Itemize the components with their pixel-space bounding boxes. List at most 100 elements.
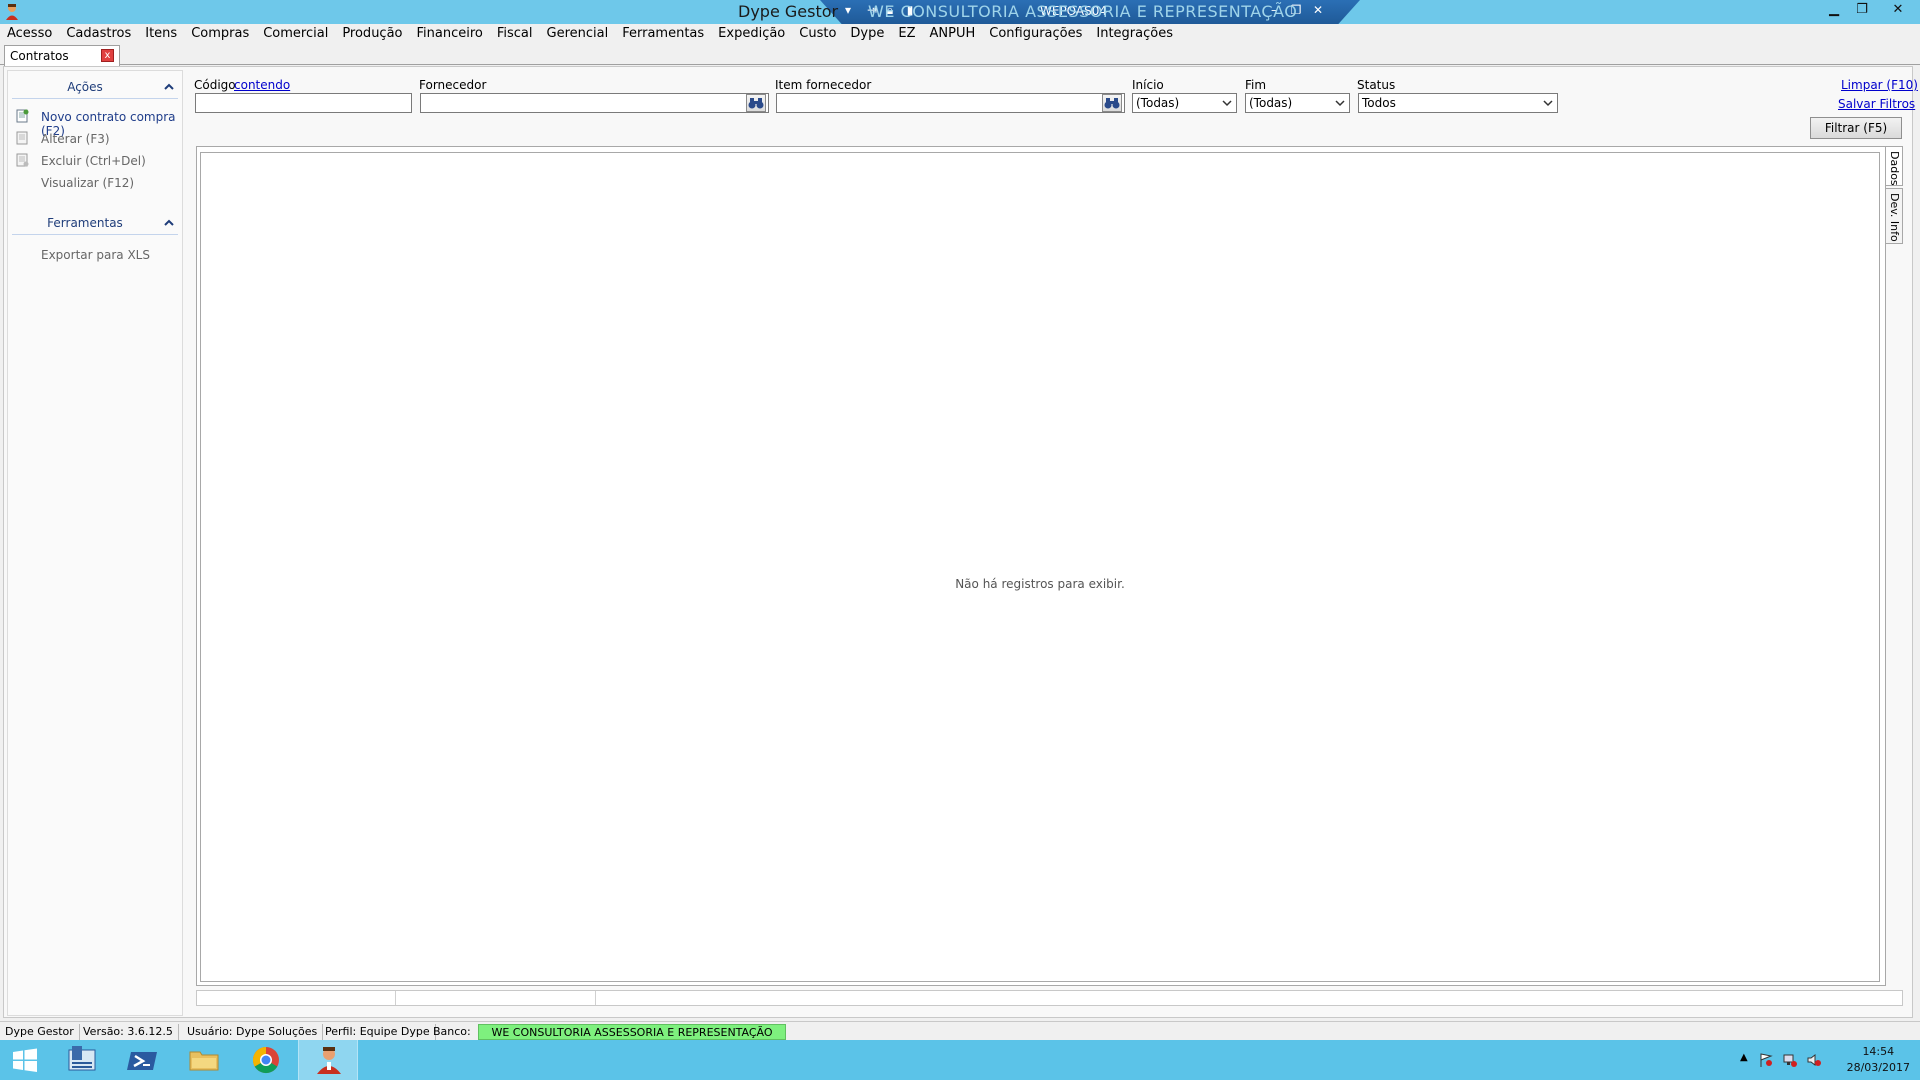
network-icon[interactable] [1782, 1052, 1798, 1068]
windows-logo-icon [13, 1048, 37, 1072]
menu-financeiro[interactable]: Financeiro [410, 24, 490, 44]
taskbar-dype-gestor[interactable] [298, 1040, 358, 1080]
codigo-mode-link[interactable]: contendo [234, 78, 290, 92]
chevron-up-icon[interactable] [163, 81, 175, 93]
tab-contratos-compra[interactable]: Contratos compra x [4, 45, 120, 77]
menu-custo[interactable]: Custo [792, 24, 843, 44]
dype-person-icon [317, 1047, 341, 1074]
fornecedor-input[interactable] [420, 93, 769, 113]
start-button[interactable] [0, 1040, 50, 1080]
status-select[interactable]: Todos [1358, 93, 1558, 113]
ferramentas-title: Ferramentas [47, 216, 123, 230]
acoes-title: Ações [67, 80, 103, 94]
restore-button[interactable]: ❐ [1848, 0, 1876, 20]
menu-ez[interactable]: EZ [891, 24, 922, 44]
taskbar-clock[interactable]: 14:54 28/03/2017 [1847, 1044, 1910, 1076]
tab-dados[interactable]: Dados [1885, 146, 1903, 186]
rdp-close-icon[interactable]: ✕ [1310, 3, 1326, 17]
tab-close-icon[interactable]: x [101, 49, 114, 62]
menu-producao[interactable]: Produção [335, 24, 409, 44]
menu-anpuh[interactable]: ANPUH [923, 24, 983, 44]
menu-itens[interactable]: Itens [138, 24, 184, 44]
taskbar-server-manager[interactable] [52, 1040, 112, 1080]
results-grid: Não há registros para exibir. [196, 146, 1886, 986]
menu-expedicao[interactable]: Expedição [711, 24, 792, 44]
flag-icon[interactable] [1758, 1052, 1774, 1068]
tab-dev-info[interactable]: Dev. Info [1885, 188, 1903, 244]
filtrar-button[interactable]: Filtrar (F5) [1810, 117, 1902, 139]
menu-integracoes[interactable]: Integrações [1089, 24, 1180, 44]
menu-comercial[interactable]: Comercial [256, 24, 335, 44]
window-title: Dype Gestor [738, 2, 839, 21]
footer-divider [595, 991, 596, 1005]
novo-contrato-button[interactable]: Novo contrato compra (F2) [8, 105, 182, 138]
fim-label: Fim [1245, 78, 1267, 92]
clock-time: 14:54 [1862, 1045, 1895, 1058]
alterar-label: Alterar (F3) [41, 132, 110, 146]
excluir-label: Excluir (Ctrl+Del) [41, 154, 146, 168]
speaker-muted-icon[interactable] [1806, 1052, 1822, 1068]
exportar-xls-label: Exportar para XLS [41, 248, 150, 262]
edit-doc-icon [16, 131, 28, 145]
clock-date: 28/03/2017 [1846, 1061, 1910, 1074]
chevron-down-icon[interactable]: ▾ [840, 3, 856, 17]
tray-expand-icon[interactable]: ▲ [1740, 1052, 1748, 1063]
menu-gerencial[interactable]: Gerencial [540, 24, 616, 44]
new-doc-icon [16, 109, 29, 123]
chevron-down-icon [1543, 100, 1553, 107]
powershell-icon [127, 1052, 157, 1070]
taskbar: ▲ 14:54 28/03/2017 [0, 1040, 1920, 1080]
status-app: Dype Gestor [0, 1024, 80, 1040]
alterar-button[interactable]: Alterar (F3) [8, 127, 182, 149]
grid-footer [196, 990, 1903, 1006]
chrome-icon [252, 1046, 279, 1074]
item-fornecedor-input[interactable] [776, 93, 1125, 113]
exportar-xls-button[interactable]: Exportar para XLS [8, 243, 182, 265]
actions-sidebar: Ações Novo contrato compra (F2) Alterar … [7, 70, 183, 1016]
server-manager-icon [68, 1046, 96, 1071]
fornecedor-lookup-button[interactable] [746, 94, 766, 112]
menu-fiscal[interactable]: Fiscal [490, 24, 540, 44]
item-lookup-button[interactable] [1102, 94, 1122, 112]
fim-select[interactable]: (Todas) [1245, 93, 1350, 113]
tab-dados-label: Dados [1888, 151, 1901, 186]
visualizar-label: Visualizar (F12) [41, 176, 135, 190]
excluir-button[interactable]: Excluir (Ctrl+Del) [8, 149, 182, 171]
menu-dype[interactable]: Dype [843, 24, 891, 44]
codigo-label: Código [194, 78, 236, 92]
status-profile: Perfil: Equipe Dype [320, 1024, 436, 1040]
limpar-link[interactable]: Limpar (F10) [1841, 78, 1918, 92]
ferramentas-section-header[interactable]: Ferramentas [12, 211, 178, 235]
window-controls: ▁ ❐ ✕ [1820, 0, 1920, 22]
status-bank-label: Banco: [433, 1025, 471, 1038]
status-version: Versão: 3.6.12.5 [78, 1024, 179, 1040]
status-label: Status [1357, 78, 1396, 92]
fim-value: (Todas) [1249, 96, 1293, 110]
status-bank-value: WE CONSULTORIA ASSESSORIA E REPRESENTAÇÃ… [478, 1024, 786, 1040]
taskbar-powershell[interactable] [113, 1040, 173, 1080]
status-value: Todos [1362, 96, 1396, 110]
taskbar-file-explorer[interactable] [174, 1040, 234, 1080]
taskbar-chrome[interactable] [236, 1040, 296, 1080]
inicio-select[interactable]: (Todas) [1132, 93, 1237, 113]
codigo-input[interactable] [195, 93, 412, 113]
menu-compras[interactable]: Compras [184, 24, 256, 44]
document-tab-strip: Contratos compra x [0, 45, 1920, 77]
results-grid-body[interactable]: Não há registros para exibir. [200, 152, 1880, 982]
acoes-section-header[interactable]: Ações [12, 75, 178, 99]
tab-dev-info-label: Dev. Info [1888, 193, 1901, 242]
inicio-value: (Todas) [1136, 96, 1180, 110]
menu-configuracoes[interactable]: Configurações [982, 24, 1089, 44]
window-title-company: WE CONSULTORIA ASSESSORIA E REPRESENTAÇÃ… [868, 2, 1298, 21]
chevron-down-icon [1222, 100, 1232, 107]
menu-acesso[interactable]: Acesso [7, 24, 59, 44]
salvar-filtros-link[interactable]: Salvar Filtros [1838, 97, 1915, 111]
footer-divider [395, 991, 396, 1005]
title-bar: ▾ ⇥ 🔒︎ ▮ WEPOAS04 – ❐ ✕ Dype Gestor WE C… [0, 0, 1920, 24]
menu-ferramentas[interactable]: Ferramentas [615, 24, 711, 44]
visualizar-button[interactable]: Visualizar (F12) [8, 171, 182, 193]
minimize-button[interactable]: ▁ [1820, 0, 1848, 20]
menu-cadastros[interactable]: Cadastros [59, 24, 138, 44]
close-button[interactable]: ✕ [1876, 0, 1920, 20]
chevron-up-icon[interactable] [163, 217, 175, 229]
